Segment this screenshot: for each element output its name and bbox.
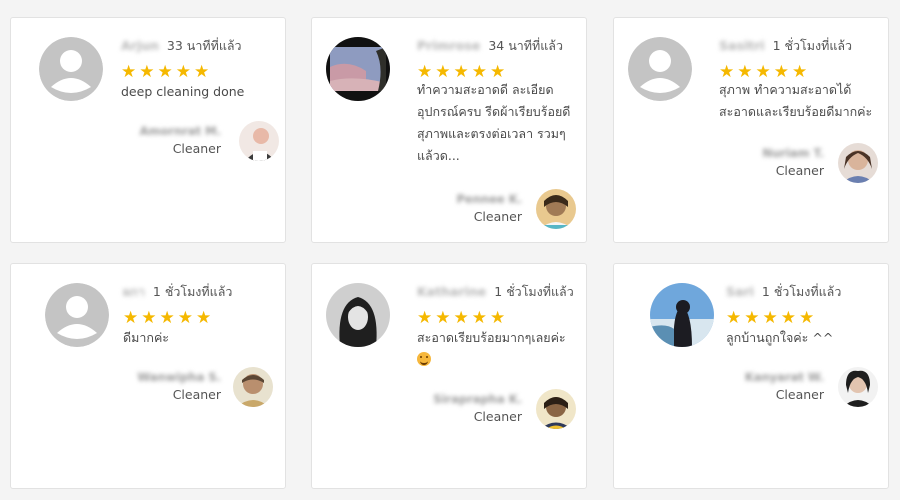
star-icon: ★ <box>139 62 155 82</box>
cleaner-info: Pennee K. Cleaner <box>392 190 523 226</box>
star-icon: ★ <box>744 308 760 328</box>
cleaner-avatar <box>838 367 878 407</box>
cleaner-name: Amornrat M. <box>139 124 221 138</box>
reviewer-name: Sari <box>726 284 754 299</box>
review-time: 34 นาทีที่แล้ว <box>488 38 563 53</box>
reviewer-name: ผกา <box>123 284 145 299</box>
reviewer-name: Sasitri <box>719 38 765 53</box>
reviewer-name: Katharine <box>417 284 487 299</box>
cleaner-role: Cleaner <box>775 387 824 402</box>
review-text: ดีมากค่ะ <box>123 327 273 349</box>
cleaner-avatar <box>239 121 279 161</box>
cleaner-info: Nuriam T. Cleaner <box>694 144 824 180</box>
smiling-face-emoji <box>417 352 431 366</box>
cleaner-name: Siraprapha K. <box>433 392 522 406</box>
review-line: สุภาพ ทำความสะอาดได้ <box>719 82 852 97</box>
review-card: Arjun 33 นาทีที่แล้ว ★ ★ ★ ★ ★ deep cleaning … <box>10 17 286 243</box>
reviewer-avatar <box>650 283 714 347</box>
star-icon: ★ <box>726 308 742 328</box>
review-card: ผกา 1 ชั่วโมงที่แล้ว ★ ★ ★ ★ ★ ดีมากค่ะ Wanwi… <box>10 263 286 489</box>
review-time: 1 ชั่วโมงที่แล้ว <box>494 284 574 299</box>
star-icon: ★ <box>194 62 210 82</box>
reviewer-avatar <box>45 283 109 347</box>
cleaner-name: Pennee K. <box>456 192 523 206</box>
star-rating: ★ ★ ★ ★ ★ <box>417 308 508 327</box>
star-icon: ★ <box>490 308 506 328</box>
user-placeholder-icon <box>39 37 103 101</box>
cleaner-info: Kanyarat W. Cleaner <box>694 368 824 404</box>
user-placeholder-icon <box>45 283 109 347</box>
star-icon: ★ <box>471 308 487 328</box>
star-icon: ★ <box>435 308 451 328</box>
reviewer-avatar <box>326 283 390 347</box>
star-rating: ★ ★ ★ ★ ★ <box>121 62 212 81</box>
star-icon: ★ <box>762 308 778 328</box>
review-text: ทำความสะอาดดี ละเอียด อุปกรณ์ครบ รีดผ้าเ… <box>417 79 587 167</box>
star-icon: ★ <box>799 308 815 328</box>
star-icon: ★ <box>196 308 212 328</box>
review-line: ทำความสะอาดดี ละเอียด <box>417 82 554 97</box>
review-text: ลูกบ้านถูกใจค่ะ ^^ <box>726 327 886 349</box>
review-card: Primrose 34 นาทีที่แล้ว ★ ★ ★ ★ ★ ทำความสะอาด… <box>311 17 587 243</box>
star-rating: ★ ★ ★ ★ ★ <box>123 308 214 327</box>
review-line: อุปกรณ์ครบ รีดผ้าเรียบร้อยดี <box>417 104 571 119</box>
review-time: 1 ชั่วโมงที่แล้ว <box>761 284 842 299</box>
reviewer-name: Arjun <box>121 38 159 53</box>
cleaner-avatar <box>233 367 273 407</box>
cleaner-info: Wanwipha S. Cleaner <box>91 368 221 404</box>
star-icon: ★ <box>417 308 433 328</box>
star-icon: ★ <box>141 308 157 328</box>
review-line: ลูกบ้านถูกใจค่ะ ^^ <box>726 330 834 345</box>
cleaner-name: Wanwipha S. <box>137 370 221 384</box>
star-icon: ★ <box>780 308 796 328</box>
reviewer-avatar <box>326 37 390 101</box>
reviewer-avatar <box>628 37 692 101</box>
star-icon: ★ <box>157 62 173 82</box>
review-card: Sasitri 1 ชั่วโมงที่แล้ว ★ ★ ★ ★ ★ สุภาพ ทำคว… <box>613 17 889 243</box>
star-icon: ★ <box>123 308 139 328</box>
review-line: สะอาดและเรียบร้อยดีมากค่ะ <box>719 104 873 119</box>
review-card: Sari 1 ชั่วโมงที่แล้ว ★ ★ ★ ★ ★ ลูกบ้านถูกใจค… <box>613 263 889 489</box>
star-icon: ★ <box>121 62 137 82</box>
cleaner-info: Amornrat M. Cleaner <box>91 122 221 158</box>
cleaner-avatar <box>536 389 576 429</box>
star-icon: ★ <box>159 308 175 328</box>
review-time: 1 ชั่วโมงที่แล้ว <box>772 38 853 53</box>
review-text: deep cleaning done <box>121 81 281 103</box>
reviewer-name: Primrose <box>417 38 481 53</box>
star-icon: ★ <box>453 308 469 328</box>
review-line: สะอาดเรียบร้อยมากๆเลยค่ะ <box>417 330 566 345</box>
cleaner-name: Kanyarat W. <box>744 370 824 384</box>
review-card: Katharine 1 ชั่วโมงที่แล้ว ★ ★ ★ ★ ★ สะอาดเรี… <box>311 263 587 489</box>
review-line: deep cleaning done <box>121 84 245 99</box>
cleaner-role: Cleaner <box>775 163 824 178</box>
cleaner-role: Cleaner <box>172 141 221 156</box>
cleaner-avatar <box>536 189 576 229</box>
review-line: ดีมากค่ะ <box>123 330 170 345</box>
review-line: สุภาพและตรงต่อเวลา รวมๆ <box>417 126 566 141</box>
cleaner-role: Cleaner <box>473 209 522 224</box>
user-placeholder-icon <box>628 37 692 101</box>
cleaner-info: Siraprapha K. Cleaner <box>392 390 522 426</box>
cleaner-role: Cleaner <box>172 387 221 402</box>
reviewer-avatar <box>39 37 103 101</box>
review-text: สะอาดเรียบร้อยมากๆเลยค่ะ <box>417 327 587 371</box>
star-icon: ★ <box>177 308 193 328</box>
cleaner-role: Cleaner <box>473 409 522 424</box>
star-icon: ★ <box>175 62 191 82</box>
star-rating: ★ ★ ★ ★ ★ <box>726 308 817 327</box>
review-text: สุภาพ ทำความสะอาดได้ สะอาดและเรียบร้อยดี… <box>719 79 889 123</box>
review-line: แล้วด... <box>417 148 460 163</box>
review-time: 33 นาทีที่แล้ว <box>166 38 242 53</box>
review-time: 1 ชั่วโมงที่แล้ว <box>152 284 233 299</box>
cleaner-name: Nuriam T. <box>762 146 824 160</box>
cleaner-avatar <box>838 143 878 183</box>
